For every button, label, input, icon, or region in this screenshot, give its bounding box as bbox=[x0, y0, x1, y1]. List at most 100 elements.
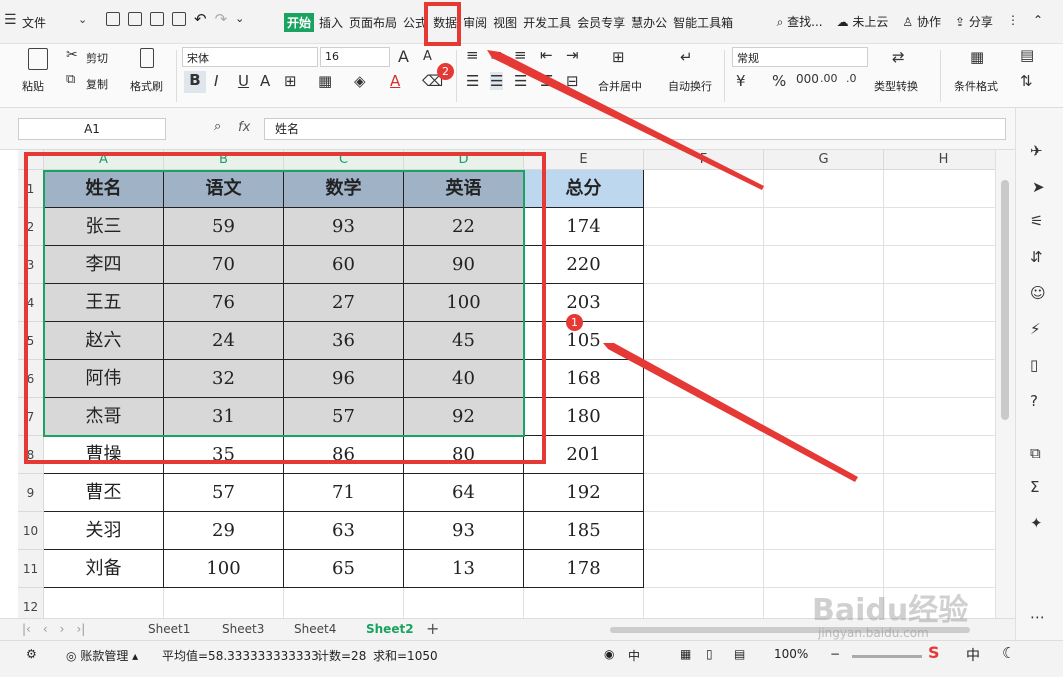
font-size-select[interactable]: 16 bbox=[320, 47, 390, 67]
cut-button[interactable]: 剪切 bbox=[86, 50, 108, 66]
cloud-status[interactable]: ☁ 未上云 bbox=[837, 13, 889, 30]
print-preview-icon[interactable] bbox=[172, 12, 186, 26]
empty-cell[interactable] bbox=[44, 588, 164, 618]
table-cell[interactable]: 29 bbox=[164, 512, 284, 550]
select-all-corner[interactable] bbox=[18, 150, 44, 170]
table-cell[interactable]: 59 bbox=[164, 208, 284, 246]
sheet-tab-sheet1[interactable]: Sheet1 bbox=[148, 622, 190, 636]
row-header-5[interactable]: 5 bbox=[18, 322, 44, 360]
font-name-select[interactable]: 宋体 bbox=[182, 47, 318, 67]
table-cell[interactable]: 80 bbox=[404, 436, 524, 474]
table-cell[interactable]: 36 bbox=[284, 322, 404, 360]
table-cell[interactable]: 76 bbox=[164, 284, 284, 322]
table-cell[interactable]: 阿伟 bbox=[44, 360, 164, 398]
empty-cell[interactable] bbox=[884, 208, 995, 246]
tab-developer[interactable]: 开发工具 bbox=[522, 13, 572, 32]
table-cell[interactable]: 90 bbox=[404, 246, 524, 284]
table-header-cell[interactable]: 总分 bbox=[524, 170, 644, 208]
empty-cell[interactable] bbox=[164, 588, 284, 618]
moon-icon[interactable]: ☾ bbox=[1002, 644, 1015, 662]
chevron-down-icon[interactable]: ⌄ bbox=[78, 13, 87, 26]
ime-chinese-icon[interactable]: 中 bbox=[966, 645, 980, 665]
more-chevron-icon[interactable]: ⌄ bbox=[235, 12, 244, 26]
eye-protect-icon[interactable]: ◉ bbox=[604, 647, 614, 661]
undo-icon[interactable]: ↶ bbox=[194, 12, 207, 27]
copy-button[interactable]: 复制 bbox=[86, 76, 108, 92]
empty-cell[interactable] bbox=[884, 360, 995, 398]
tab-smart-toolbox[interactable]: 智能工具箱 bbox=[672, 13, 734, 32]
column-header-d[interactable]: D bbox=[404, 150, 524, 170]
distribute-icon[interactable]: ⊟ bbox=[566, 72, 579, 90]
vertical-scrollbar[interactable] bbox=[995, 150, 1015, 618]
decrease-font-icon[interactable]: A bbox=[423, 49, 432, 64]
row-header-12[interactable]: 12 bbox=[18, 588, 44, 618]
underline-icon[interactable]: U bbox=[238, 72, 249, 90]
border-icon[interactable]: ⊞ bbox=[284, 72, 297, 90]
table-cell[interactable]: 60 bbox=[284, 246, 404, 284]
paste-button[interactable]: 粘贴 bbox=[22, 78, 44, 94]
table-cell[interactable]: 63 bbox=[284, 512, 404, 550]
sort-icon[interactable]: ⇅ bbox=[1020, 72, 1033, 90]
column-header-e[interactable]: E bbox=[524, 150, 644, 170]
row-header-3[interactable]: 3 bbox=[18, 246, 44, 284]
table-cell[interactable]: 105 bbox=[524, 322, 644, 360]
table-cell[interactable]: 92 bbox=[404, 398, 524, 436]
share-button[interactable]: ⇪ 分享 bbox=[955, 13, 993, 30]
empty-cell[interactable] bbox=[644, 474, 764, 512]
empty-cell[interactable] bbox=[644, 246, 764, 284]
empty-cell[interactable] bbox=[644, 436, 764, 474]
cursor-icon[interactable]: ➤ bbox=[1032, 178, 1045, 196]
robot-icon[interactable]: ☺ bbox=[1030, 284, 1046, 302]
sogou-ime-icon[interactable]: S bbox=[928, 643, 940, 662]
table-cell[interactable]: 赵六 bbox=[44, 322, 164, 360]
table-cell[interactable]: 31 bbox=[164, 398, 284, 436]
number-format-select[interactable]: 常规 bbox=[732, 47, 868, 67]
empty-cell[interactable] bbox=[764, 322, 884, 360]
tab-data[interactable]: 数据 bbox=[432, 13, 458, 32]
cooperate-button[interactable]: ♙ 协作 bbox=[902, 13, 941, 30]
table-cell[interactable]: 185 bbox=[524, 512, 644, 550]
tab-review[interactable]: 审阅 bbox=[462, 13, 488, 32]
table-cell[interactable]: 杰哥 bbox=[44, 398, 164, 436]
justify-icon[interactable]: ☰ bbox=[540, 72, 553, 90]
column-header-a[interactable]: A bbox=[44, 150, 164, 170]
empty-cell[interactable] bbox=[524, 588, 644, 618]
spreadsheet-grid[interactable]: A B C D E F G H 1 姓名 语文 数学 英语 总分 2 张三 59 93 22 174 3 李四 70 60 90… bbox=[18, 150, 995, 618]
table-cell[interactable]: 168 bbox=[524, 360, 644, 398]
next-sheet-icon[interactable]: › bbox=[60, 622, 65, 636]
empty-cell[interactable] bbox=[644, 512, 764, 550]
align-bottom-icon[interactable]: ≡ bbox=[514, 46, 527, 64]
prev-sheet-icon[interactable]: ‹ bbox=[43, 622, 48, 636]
table-cell[interactable]: 22 bbox=[404, 208, 524, 246]
table-header-cell[interactable]: 数学 bbox=[284, 170, 404, 208]
book-icon[interactable]: ▯ bbox=[1030, 356, 1038, 374]
paste-icon[interactable] bbox=[28, 48, 48, 70]
more-dots-icon[interactable]: ⋯ bbox=[1030, 608, 1045, 626]
percent-icon[interactable]: % bbox=[772, 72, 786, 90]
table-cell[interactable]: 70 bbox=[164, 246, 284, 284]
table-cell[interactable]: 71 bbox=[284, 474, 404, 512]
fx-icon[interactable]: fx bbox=[238, 120, 250, 135]
align-top-icon[interactable]: ≡ bbox=[466, 46, 479, 64]
table-cell[interactable]: 57 bbox=[284, 398, 404, 436]
column-header-c[interactable]: C bbox=[284, 150, 404, 170]
empty-cell[interactable] bbox=[404, 588, 524, 618]
redo-icon[interactable]: ↷ bbox=[215, 12, 228, 27]
table-cell[interactable]: 曹操 bbox=[44, 436, 164, 474]
last-sheet-icon[interactable]: ›| bbox=[76, 622, 85, 636]
table-cell[interactable]: 曹丕 bbox=[44, 474, 164, 512]
puzzle-icon[interactable]: ✦ bbox=[1030, 514, 1043, 532]
fill-color-icon[interactable]: ◈ bbox=[354, 72, 366, 90]
more-options-icon[interactable]: ⋮ bbox=[1007, 13, 1019, 30]
align-left-icon[interactable]: ☰ bbox=[466, 72, 479, 90]
collapse-ribbon-icon[interactable]: ⌃ bbox=[1033, 13, 1043, 30]
zoom-icon[interactable]: ⌕ bbox=[214, 119, 221, 134]
page-break-view-icon[interactable]: ▤ bbox=[734, 647, 745, 661]
empty-cell[interactable] bbox=[884, 322, 995, 360]
decrease-decimal-icon[interactable]: .0 bbox=[846, 72, 857, 85]
macro-icon[interactable]: ⚙ bbox=[26, 647, 37, 661]
empty-cell[interactable] bbox=[644, 322, 764, 360]
add-sheet-icon[interactable]: + bbox=[426, 619, 439, 638]
doc-icon[interactable]: ⧉ bbox=[1030, 444, 1041, 462]
column-header-h[interactable]: H bbox=[884, 150, 995, 170]
